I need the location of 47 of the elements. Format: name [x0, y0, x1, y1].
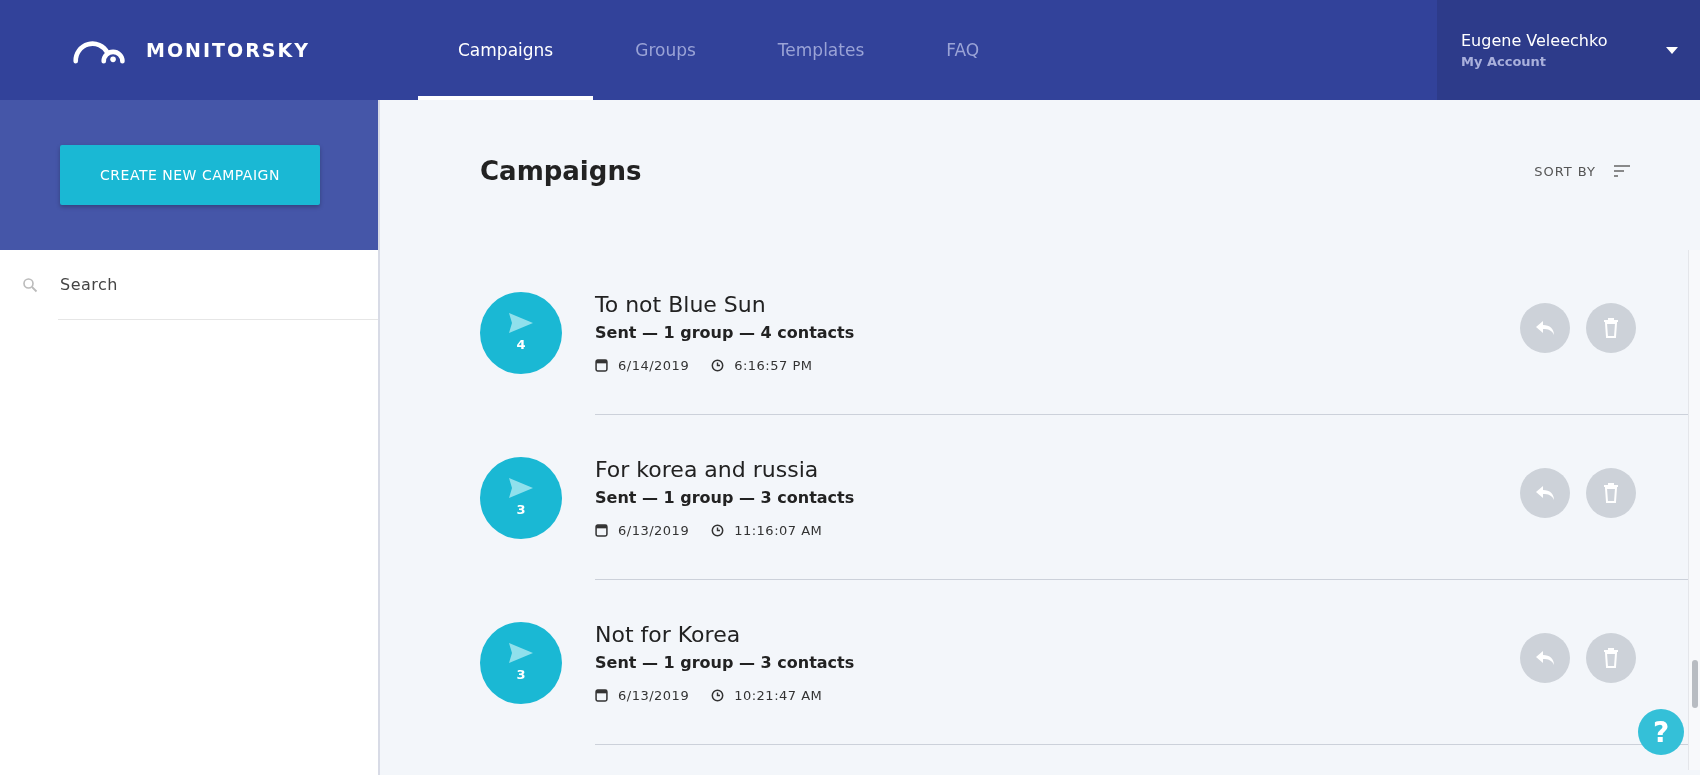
calendar-icon: [595, 359, 608, 372]
campaign-date: 6/14/2019: [618, 358, 690, 373]
reply-icon: [1535, 649, 1555, 666]
campaign-summary: Sent — 1 group — 3 contacts: [595, 488, 856, 507]
nav-tab[interactable]: FAQ: [906, 0, 1020, 100]
trash-icon: [1603, 317, 1619, 338]
clock-icon: [711, 689, 725, 702]
caret-icon: [1666, 46, 1678, 54]
campaign-date: 6/13/2019: [618, 523, 690, 538]
campaign-avatar: 3: [480, 456, 562, 539]
account-menu[interactable]: Eugene Veleechko My Account: [1437, 0, 1700, 100]
campaign-date: 6/13/2019: [618, 688, 690, 703]
reply-icon: [1535, 319, 1555, 336]
campaign-name[interactable]: For korea and russia: [595, 457, 1520, 482]
campaign-summary: Sent — 1 group — 4 contacts: [595, 323, 856, 342]
send-icon: [509, 478, 533, 498]
page-title: Campaigns: [480, 156, 642, 186]
reply-button[interactable]: [1520, 302, 1570, 353]
reply-button[interactable]: [1520, 632, 1570, 683]
delete-button[interactable]: [1586, 302, 1636, 353]
reply-icon: [1535, 484, 1555, 501]
nav-tab[interactable]: Groups: [595, 0, 736, 100]
send-icon: [509, 313, 533, 333]
search-icon: [22, 277, 38, 293]
sort-button[interactable]: SORT BY: [1534, 163, 1630, 179]
send-icon: [509, 643, 533, 663]
reply-button[interactable]: [1520, 467, 1570, 518]
clock-icon: [711, 524, 725, 537]
sort-icon: [1614, 165, 1630, 177]
calendar-icon: [595, 689, 608, 702]
trash-icon: [1603, 482, 1619, 503]
trash-icon: [1603, 647, 1619, 668]
brand-name: MONITORSKY: [146, 39, 310, 61]
delete-button[interactable]: [1586, 467, 1636, 518]
campaign-avatar: 4: [480, 291, 562, 374]
campaign-summary: Sent — 1 group — 3 contacts: [595, 653, 856, 672]
clock-icon: [711, 359, 725, 372]
campaign-name[interactable]: Not for Korea: [595, 622, 1520, 647]
campaign-name[interactable]: To not Blue Sun: [595, 292, 1520, 317]
scrollbar[interactable]: [1688, 250, 1700, 770]
nav-tab[interactable]: Templates: [737, 0, 905, 100]
campaign-time: 10:21:47 AM: [734, 688, 823, 703]
campaign-avatar: 3: [480, 621, 562, 704]
calendar-icon: [595, 524, 608, 537]
campaign-time: 6:16:57 PM: [734, 358, 813, 373]
campaign-time: 11:16:07 AM: [734, 523, 823, 538]
delete-button[interactable]: [1586, 632, 1636, 683]
